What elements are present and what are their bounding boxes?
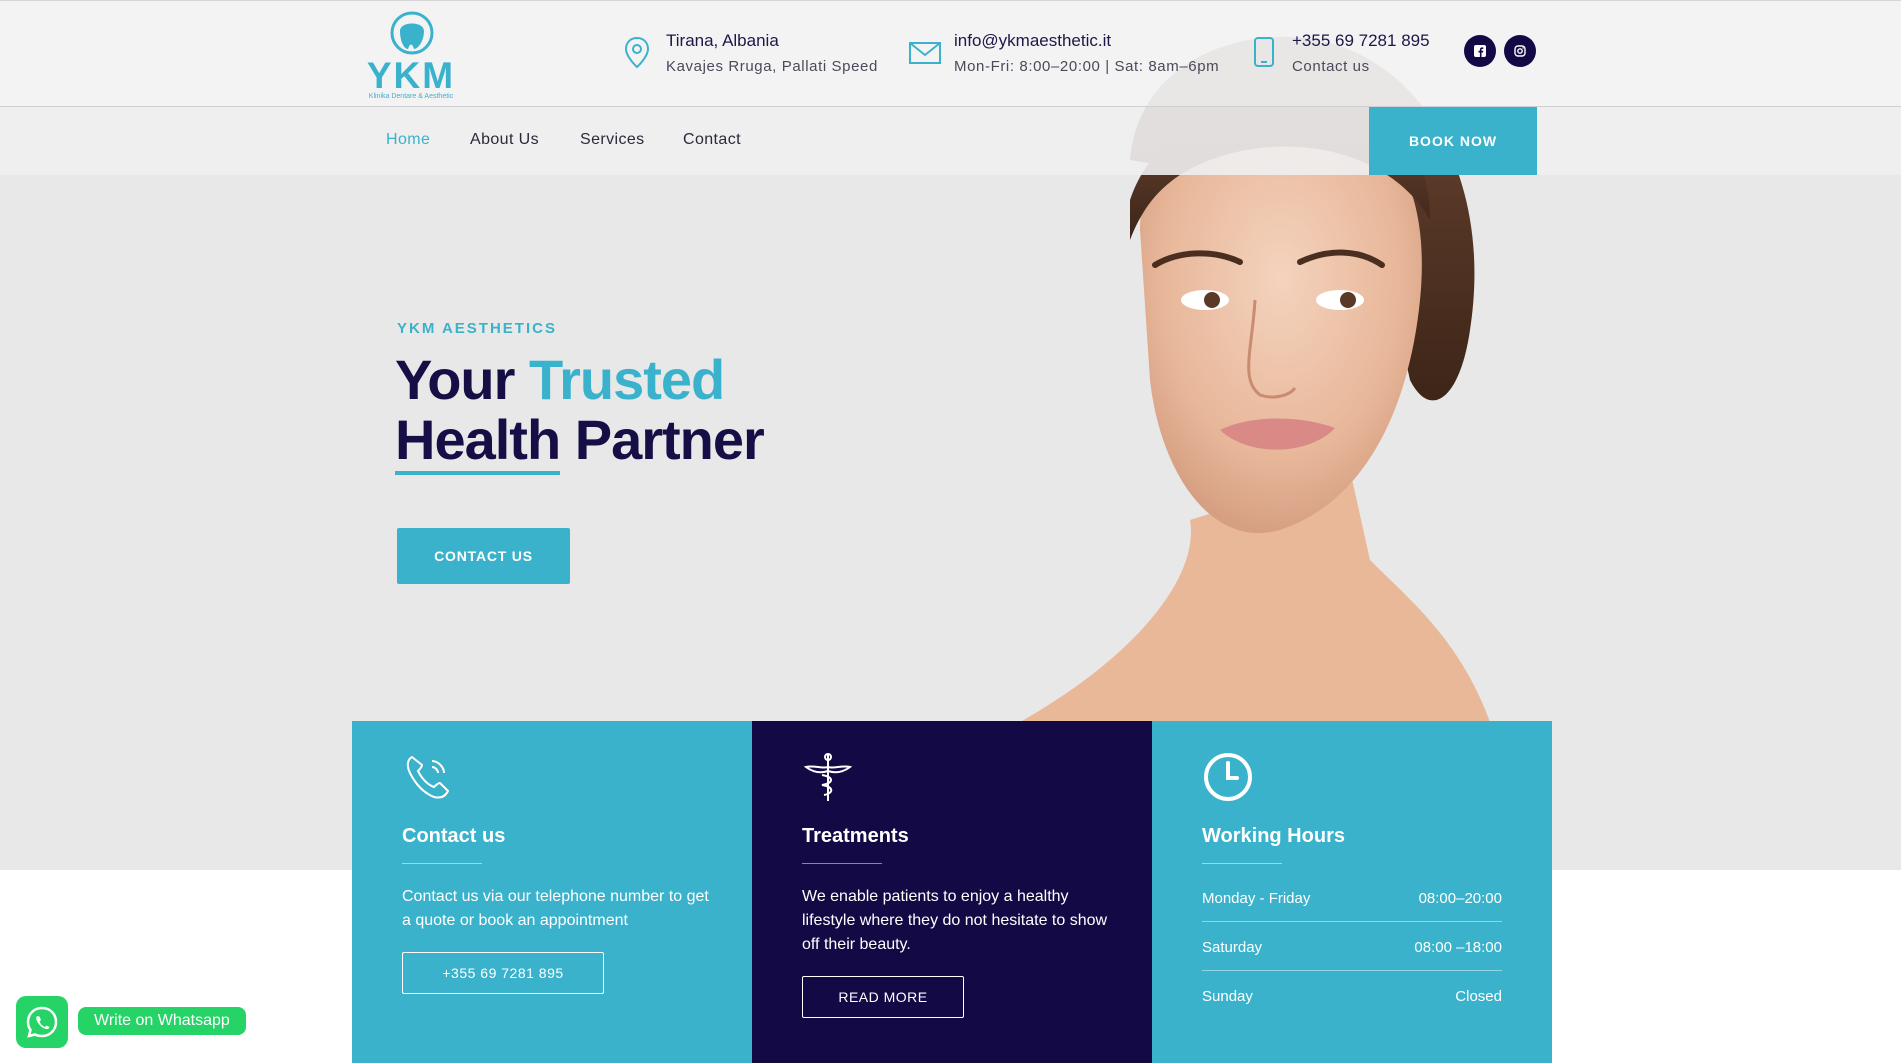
treatments-card-text: We enable patients to enjoy a healthy li… <box>802 888 1108 953</box>
call-phone-button[interactable]: +355 69 7281 895 <box>402 952 604 994</box>
contact-card-text: Contact us via our telephone number to g… <box>402 888 709 929</box>
treatments-card: Treatments We enable patients to enjoy a… <box>752 721 1152 1063</box>
hero-headline: Your Trusted Health Partner <box>395 348 765 475</box>
envelope-icon <box>909 42 941 64</box>
working-hours-card: Working Hours Monday - Friday 08:00–20:0… <box>1152 721 1552 1063</box>
email-address[interactable]: info@ykmaesthetic.it <box>954 31 1111 51</box>
mobile-phone-icon <box>1254 37 1274 67</box>
phone-icon <box>406 755 450 799</box>
logo[interactable]: YKM Klinika Dentare & Aesthetic <box>366 9 456 101</box>
facebook-icon <box>1474 45 1486 57</box>
hours-time: 08:00–20:00 <box>1418 890 1502 907</box>
nav-home[interactable]: Home <box>386 131 430 149</box>
phone-info: +355 69 7281 895 Contact us <box>1246 31 1446 81</box>
contact-us-button[interactable]: CONTACT US <box>397 528 570 584</box>
page: YKM Klinika Dentare & Aesthetic Tirana, … <box>0 0 1901 1063</box>
treatments-card-title: Treatments <box>802 825 909 847</box>
headline-part3: Partner <box>574 408 765 471</box>
logo-subtitle: Klinika Dentare & Aesthetic <box>368 93 454 100</box>
working-hours-title: Working Hours <box>1202 825 1345 847</box>
divider <box>1202 863 1282 864</box>
whatsapp-icon <box>26 1006 58 1038</box>
location-title: Tirana, Albania <box>666 31 779 50</box>
headline-part1: Your <box>395 348 515 411</box>
phone-number[interactable]: +355 69 7281 895 <box>1292 31 1430 51</box>
hours-row: Sunday Closed <box>1202 971 1502 1020</box>
hours-row: Monday - Friday 08:00–20:00 <box>1202 873 1502 922</box>
headline-accent: Trusted <box>528 348 725 411</box>
phone-subtitle: Contact us <box>1292 58 1370 75</box>
nav-services[interactable]: Services <box>580 131 645 149</box>
instagram-button[interactable] <box>1504 35 1536 67</box>
contact-card-title: Contact us <box>402 825 506 847</box>
facebook-button[interactable] <box>1464 35 1496 67</box>
divider <box>402 863 482 864</box>
email-info: info@ykmaesthetic.it Mon-Fri: 8:00–20:00… <box>908 31 1228 81</box>
caduceus-icon <box>803 753 853 801</box>
location-info: Tirana, Albania Kavajes Rruga, Pallati S… <box>620 31 880 81</box>
hours-day: Monday - Friday <box>1202 890 1311 907</box>
hours-day: Sunday <box>1202 988 1253 1005</box>
clock-icon <box>1204 753 1252 801</box>
opening-hours-text: Mon-Fri: 8:00–20:00 | Sat: 8am–6pm <box>954 58 1220 75</box>
read-more-button[interactable]: READ MORE <box>802 976 964 1018</box>
map-pin-icon <box>624 36 650 69</box>
instagram-icon <box>1514 45 1526 57</box>
hero-eyebrow: YKM AESTHETICS <box>397 320 557 337</box>
divider <box>802 863 882 864</box>
tooth-logo-icon <box>390 11 434 55</box>
logo-text: YKM <box>366 55 456 96</box>
book-now-button[interactable]: BOOK NOW <box>1369 107 1537 175</box>
contact-card: Contact us Contact us via our telephone … <box>352 721 752 1063</box>
main-nav: Home About Us Services Contact <box>0 107 1901 175</box>
whatsapp-label[interactable]: Write on Whatsapp <box>78 1007 246 1035</box>
hours-day: Saturday <box>1202 939 1263 956</box>
location-subtitle: Kavajes Rruga, Pallati Speed <box>666 58 878 75</box>
nav-contact[interactable]: Contact <box>683 131 741 149</box>
hours-time: Closed <box>1455 988 1502 1005</box>
headline-underlined: Health <box>395 408 561 475</box>
whatsapp-button[interactable] <box>16 996 68 1048</box>
hours-time: 08:00 –18:00 <box>1414 939 1502 956</box>
hours-row: Saturday 08:00 –18:00 <box>1202 922 1502 971</box>
top-bar: YKM Klinika Dentare & Aesthetic Tirana, … <box>0 0 1901 107</box>
nav-about-us[interactable]: About Us <box>470 131 539 149</box>
